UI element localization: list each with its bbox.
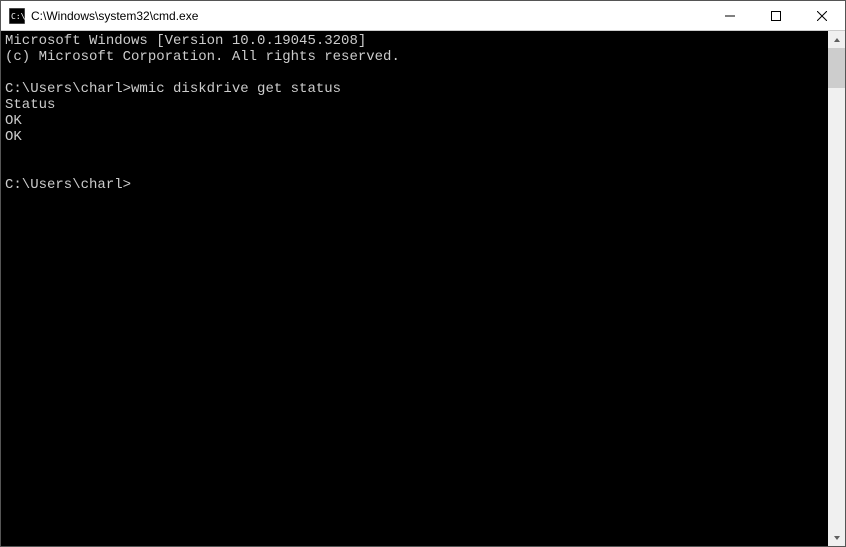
terminal-line: Status <box>5 97 828 113</box>
terminal-line: OK <box>5 129 828 145</box>
scroll-up-button[interactable] <box>828 31 845 48</box>
scroll-down-button[interactable] <box>828 529 845 546</box>
terminal-area: Microsoft Windows [Version 10.0.19045.32… <box>1 31 845 546</box>
minimize-button[interactable] <box>707 1 753 30</box>
window-controls <box>707 1 845 30</box>
terminal-line: C:\Users\charl> <box>5 177 828 193</box>
terminal-line <box>5 161 828 177</box>
close-button[interactable] <box>799 1 845 30</box>
terminal-line: OK <box>5 113 828 129</box>
terminal-line: Microsoft Windows [Version 10.0.19045.32… <box>5 33 828 49</box>
window-title: C:\Windows\system32\cmd.exe <box>31 9 707 23</box>
titlebar[interactable]: C:\ C:\Windows\system32\cmd.exe <box>1 1 845 31</box>
cmd-icon: C:\ <box>9 8 25 24</box>
vertical-scrollbar[interactable] <box>828 31 845 546</box>
scroll-thumb[interactable] <box>828 48 845 88</box>
terminal-output[interactable]: Microsoft Windows [Version 10.0.19045.32… <box>1 31 828 546</box>
scroll-track[interactable] <box>828 48 845 529</box>
terminal-line <box>5 145 828 161</box>
svg-text:C:\: C:\ <box>11 12 25 21</box>
terminal-line: (c) Microsoft Corporation. All rights re… <box>5 49 828 65</box>
maximize-button[interactable] <box>753 1 799 30</box>
cmd-window: C:\ C:\Windows\system32\cmd.exe Microsof… <box>0 0 846 547</box>
terminal-line: C:\Users\charl>wmic diskdrive get status <box>5 81 828 97</box>
terminal-line <box>5 65 828 81</box>
